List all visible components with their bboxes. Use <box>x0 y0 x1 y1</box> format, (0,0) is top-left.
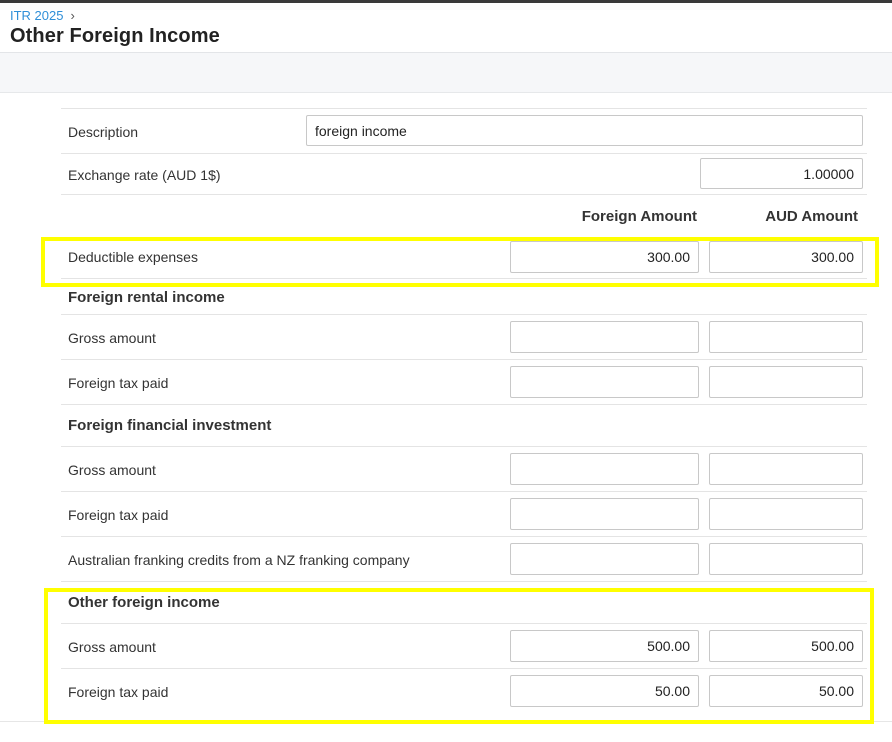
deductible-expenses-label: Deductible expenses <box>68 249 198 265</box>
franking-credits-row: Australian franking credits from a NZ fr… <box>61 537 867 582</box>
rental-gross-row: Gross amount <box>61 315 867 360</box>
rental-tax-foreign-input[interactable] <box>510 366 699 398</box>
other-tax-label: Foreign tax paid <box>68 684 169 700</box>
description-row: Description <box>61 109 867 154</box>
rental-heading: Foreign rental income <box>68 289 225 306</box>
other-tax-aud-input[interactable] <box>709 675 863 707</box>
description-label: Description <box>68 124 139 140</box>
rental-tax-row: Foreign tax paid <box>61 360 867 405</box>
other-tax-row: Foreign tax paid <box>61 669 867 714</box>
rental-section-header: Foreign rental income <box>61 279 867 315</box>
toolbar-strip <box>0 53 892 93</box>
financial-gross-row: Gross amount <box>61 447 867 492</box>
description-input[interactable] <box>306 115 863 146</box>
rental-tax-aud-input[interactable] <box>709 366 863 398</box>
franking-foreign-input[interactable] <box>510 543 699 575</box>
other-tax-foreign-input[interactable] <box>510 675 699 707</box>
other-gross-row: Gross amount <box>61 624 867 669</box>
rental-gross-label: Gross amount <box>68 330 156 346</box>
other-heading: Other foreign income <box>68 594 220 611</box>
financial-section-header: Foreign financial investment <box>61 405 867 447</box>
deductible-expenses-row: Deductible expenses <box>61 234 867 279</box>
exchange-rate-row: Exchange rate (AUD 1$) <box>61 154 867 195</box>
financial-tax-row: Foreign tax paid <box>61 492 867 537</box>
franking-credits-label: Australian franking credits from a NZ fr… <box>68 552 410 568</box>
page-header: ITR 2025 › Other Foreign Income <box>0 3 892 53</box>
exchange-rate-label: Exchange rate (AUD 1$) <box>68 167 221 183</box>
chevron-right-icon: › <box>70 8 75 23</box>
rental-gross-aud-input[interactable] <box>709 321 863 353</box>
bottom-divider <box>0 721 892 722</box>
breadcrumb: ITR 2025 › <box>10 8 75 23</box>
foreign-income-form: Description Exchange rate (AUD 1$) Forei… <box>61 108 867 714</box>
exchange-rate-input[interactable] <box>700 158 863 189</box>
rental-gross-foreign-input[interactable] <box>510 321 699 353</box>
franking-aud-input[interactable] <box>709 543 863 575</box>
other-section-header: Other foreign income <box>61 582 867 624</box>
financial-gross-label: Gross amount <box>68 462 156 478</box>
financial-tax-aud-input[interactable] <box>709 498 863 530</box>
financial-gross-aud-input[interactable] <box>709 453 863 485</box>
aud-amount-header: AUD Amount <box>765 208 858 225</box>
rental-tax-label: Foreign tax paid <box>68 375 169 391</box>
other-gross-label: Gross amount <box>68 639 156 655</box>
other-gross-aud-input[interactable] <box>709 630 863 662</box>
financial-tax-label: Foreign tax paid <box>68 507 169 523</box>
foreign-amount-header: Foreign Amount <box>581 208 697 225</box>
financial-heading: Foreign financial investment <box>68 417 272 434</box>
column-headers: Foreign Amount AUD Amount <box>61 195 867 234</box>
deductible-foreign-input[interactable] <box>510 241 699 273</box>
page-title: Other Foreign Income <box>10 25 220 47</box>
breadcrumb-link-itr[interactable]: ITR 2025 <box>10 8 63 23</box>
financial-tax-foreign-input[interactable] <box>510 498 699 530</box>
deductible-aud-input[interactable] <box>709 241 863 273</box>
other-gross-foreign-input[interactable] <box>510 630 699 662</box>
financial-gross-foreign-input[interactable] <box>510 453 699 485</box>
